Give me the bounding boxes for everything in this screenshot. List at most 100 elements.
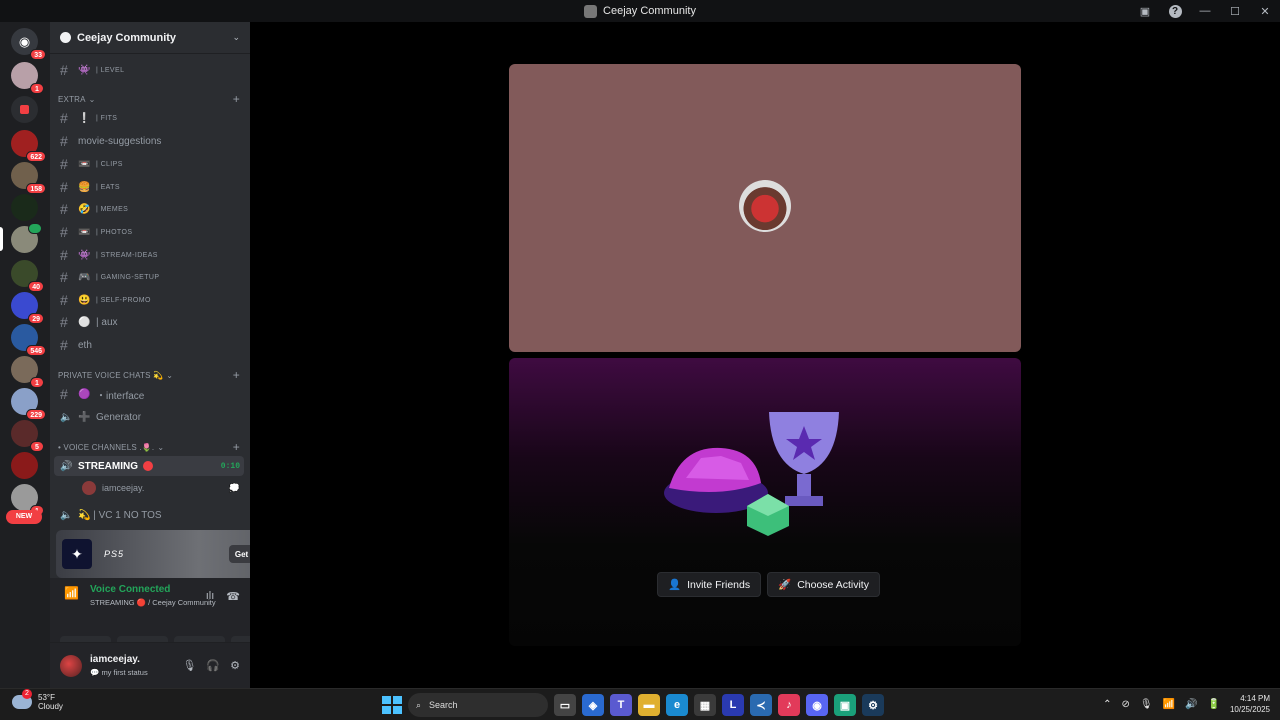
- maximize-button[interactable]: ☐: [1220, 0, 1250, 22]
- noise-suppression-icon[interactable]: ılı: [206, 590, 215, 603]
- taskbar: 2 53°F Cloudy ⌕ Search ▭ ◈ T ▬ e ▦ L ≺ ♪…: [0, 688, 1280, 720]
- voice-timer: 0:10: [220, 461, 240, 471]
- channel-level[interactable]: # 👾 | level: [54, 60, 244, 80]
- disconnect-icon[interactable]: ☎: [226, 590, 240, 603]
- discord-home-button[interactable]: ◉ 33: [11, 28, 46, 60]
- invite-friends-button[interactable]: 👤 Invite Friends: [657, 572, 762, 597]
- rocket-icon: 🚀: [778, 579, 792, 591]
- server-icon-10[interactable]: 5: [11, 420, 44, 452]
- channel-clips[interactable]: # 📼 | clips: [54, 154, 244, 174]
- discord-icon[interactable]: ◉: [806, 694, 828, 716]
- wifi-icon[interactable]: 📶: [1163, 699, 1175, 710]
- channel-name: ・interface: [96, 390, 145, 402]
- channel-self-promo[interactable]: # 😃 | self-promo: [54, 290, 244, 310]
- channel-fits[interactable]: # ❕ | fits: [54, 108, 244, 128]
- folder-icon[interactable]: [11, 96, 38, 123]
- server-icon-1[interactable]: 1: [11, 62, 44, 94]
- server-icon-12[interactable]: 1: [11, 484, 44, 516]
- voice-channel-vc1[interactable]: 🔈 💫 | VC 1 NO TOS: [54, 505, 244, 525]
- voice-status-detail[interactable]: STREAMING 🔴 / Ceejay Community: [90, 598, 216, 607]
- category-label: EXTRA: [58, 94, 86, 104]
- music-icon[interactable]: ♪: [778, 694, 800, 716]
- channel-aux[interactable]: # ⚪ | aux: [54, 312, 244, 332]
- channel-gaming-setup[interactable]: # 🎮 | gaming-setup: [54, 267, 244, 287]
- minimize-button[interactable]: —: [1190, 0, 1220, 22]
- copilot-icon[interactable]: ◈: [582, 694, 604, 716]
- channel-memes[interactable]: # 🤣 | memes: [54, 199, 244, 219]
- vscode-icon[interactable]: ≺: [750, 694, 772, 716]
- battery-icon[interactable]: 🔋: [1208, 699, 1220, 710]
- server-icon-11[interactable]: [11, 452, 38, 479]
- category-private-voice[interactable]: PRIVATE VOICE CHATS 💫 ⌄ +: [58, 368, 244, 382]
- hash-icon: #: [60, 133, 68, 149]
- channel-movie-suggestions[interactable]: # movie-suggestions: [54, 131, 244, 151]
- steam-icon[interactable]: ⚙: [862, 694, 884, 716]
- clock[interactable]: 4:14 PM 10/25/2025: [1230, 693, 1270, 715]
- server-icon-3[interactable]: 158: [11, 162, 46, 194]
- channel-eth[interactable]: # eth: [54, 335, 244, 355]
- channel-eats[interactable]: # 🍔 | eats: [54, 177, 244, 197]
- voice-call-stage: 👤 Invite Friends 🚀 Choose Activity: [250, 22, 1280, 688]
- server-icon-ceejay[interactable]: [11, 223, 42, 253]
- headphones-icon[interactable]: 🎧: [206, 659, 220, 672]
- app-l-icon[interactable]: L: [722, 694, 744, 716]
- store-icon[interactable]: ▦: [694, 694, 716, 716]
- channel-generator[interactable]: 🔈 ➕ Generator: [54, 407, 244, 427]
- signal-icon[interactable]: 📶: [64, 586, 79, 600]
- windows-start-icon[interactable]: [380, 694, 402, 716]
- channel-name: | fits: [96, 114, 118, 122]
- selected-server-pill: [0, 227, 3, 251]
- channel-name: | aux: [96, 316, 118, 328]
- server-icon-5[interactable]: 40: [11, 260, 44, 292]
- app-green-icon[interactable]: ▣: [834, 694, 856, 716]
- microphone-icon[interactable]: 🎙: [182, 659, 196, 672]
- add-channel-icon[interactable]: +: [233, 368, 240, 382]
- hash-icon: #: [60, 62, 68, 78]
- task-view-icon[interactable]: ▭: [554, 694, 576, 716]
- volume-icon[interactable]: 🔊: [1185, 699, 1197, 710]
- username[interactable]: iamceejay.: [90, 654, 140, 665]
- weather-widget[interactable]: 2 53°F Cloudy: [12, 689, 63, 711]
- teams-icon[interactable]: T: [610, 694, 632, 716]
- channel-stream-ideas[interactable]: # 👾 | stream-ideas: [54, 245, 244, 265]
- tray-app-icon[interactable]: ⊘: [1122, 699, 1130, 710]
- channel-emoji: ⚪: [78, 316, 91, 328]
- taskbar-search[interactable]: ⌕ Search: [408, 693, 548, 717]
- server-icon-9[interactable]: 229: [11, 388, 46, 420]
- add-channel-icon[interactable]: +: [233, 92, 240, 106]
- voice-channel-streaming[interactable]: 🔊 STREAMING 0:10: [54, 456, 244, 476]
- server-icon-8[interactable]: 1: [11, 356, 44, 388]
- channel-emoji: 👾: [78, 64, 91, 76]
- edge-icon[interactable]: e: [666, 694, 688, 716]
- channel-name: | eats: [96, 183, 120, 191]
- server-header[interactable]: Ceejay Community ⌄: [50, 22, 250, 54]
- voice-member[interactable]: iamceejay. 💭: [76, 478, 244, 498]
- server-icon-2[interactable]: 622: [11, 130, 46, 162]
- participant-tile[interactable]: [509, 64, 1021, 352]
- weather-badge: 2: [22, 689, 32, 699]
- close-button[interactable]: ✕: [1250, 0, 1280, 22]
- microphone-tray-icon[interactable]: 🎙: [1140, 699, 1153, 710]
- clock-date: 10/25/2025: [1229, 705, 1270, 714]
- channel-emoji: 📼: [78, 226, 91, 238]
- add-channel-icon[interactable]: +: [233, 440, 240, 454]
- help-icon[interactable]: ?: [1160, 0, 1190, 22]
- server-icon-6[interactable]: 29: [11, 292, 44, 324]
- category-voice-channels[interactable]: • VOICE CHANNELS .🌷. ⌄ +: [58, 440, 244, 454]
- user-avatar[interactable]: [60, 655, 82, 677]
- speaker-icon: 🔈: [60, 411, 73, 423]
- file-explorer-icon[interactable]: ▬: [638, 694, 660, 716]
- inbox-icon[interactable]: ▣: [1130, 0, 1160, 22]
- window-title: Ceejay Community: [584, 4, 696, 18]
- category-extra[interactable]: EXTRA ⌄ +: [58, 92, 244, 106]
- server-icon-4[interactable]: [11, 194, 38, 221]
- choose-activity-button[interactable]: 🚀 Choose Activity: [767, 572, 880, 597]
- settings-gear-icon[interactable]: ⚙: [230, 659, 240, 672]
- channel-emoji: 📼: [78, 158, 91, 170]
- channel-interface[interactable]: # 🟣 ・interface: [54, 384, 244, 404]
- server-icon-7[interactable]: 546: [11, 324, 46, 356]
- voice-status: Voice Connected STREAMING 🔴 / Ceejay Com…: [90, 584, 216, 607]
- chevron-up-icon[interactable]: ⌃: [1103, 699, 1111, 710]
- channel-photos[interactable]: # 📼 | photos: [54, 222, 244, 242]
- channel-name: | level: [96, 66, 125, 74]
